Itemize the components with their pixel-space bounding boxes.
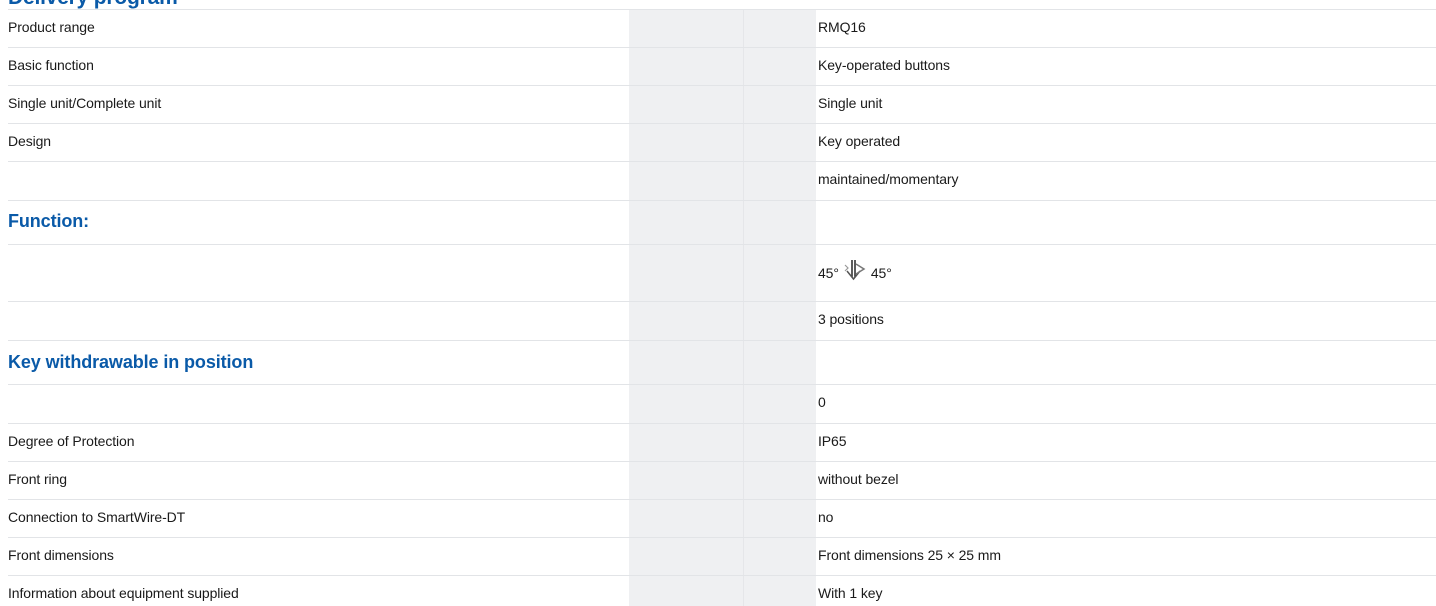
row-value: RMQ16 [818, 19, 866, 35]
table-row: Basic function Key-operated buttons [8, 47, 1436, 85]
table-row: 45° 45° [8, 244, 1436, 301]
spec-table: Product range RMQ16 Basic function Key-o… [8, 9, 1436, 606]
table-row: Design Key operated [8, 123, 1436, 161]
section-title: Delivery program [8, 0, 178, 9]
row-value: Single unit [818, 95, 883, 111]
section-heading: Function: [8, 211, 90, 231]
table-row-section: Function: [8, 200, 1436, 244]
row-label: Degree of Protection [8, 433, 135, 449]
angle-right: 45° [870, 265, 892, 281]
row-label: Design [8, 133, 51, 149]
row-label: Basic function [8, 57, 94, 73]
row-value: Key-operated buttons [818, 57, 950, 73]
table-row: Front dimensions Front dimensions 25 × 2… [8, 537, 1436, 575]
table-row: maintained/momentary [8, 161, 1436, 200]
row-value: 3 positions [818, 311, 884, 327]
table-row: Degree of Protection IP65 [8, 423, 1436, 461]
table-row: Single unit/Complete unit Single unit [8, 85, 1436, 123]
row-value: IP65 [818, 433, 847, 449]
row-value: Front dimensions 25 × 25 mm [818, 547, 1001, 563]
row-value: without bezel [818, 471, 899, 487]
table-row: 0 [8, 384, 1436, 423]
table-row-section: Key withdrawable in position [8, 340, 1436, 384]
table-row: Information about equipment supplied Wit… [8, 575, 1436, 606]
row-value: With 1 key [818, 585, 883, 601]
row-label: Information about equipment supplied [8, 585, 239, 601]
row-label: Single unit/Complete unit [8, 95, 162, 111]
row-label: Product range [8, 19, 95, 35]
row-label: Front dimensions [8, 547, 114, 563]
product-spec-page: Delivery program Product range RMQ16 Bas… [0, 0, 1436, 606]
key-switch-symbol-icon [843, 259, 867, 281]
table-row: Connection to SmartWire-DT no [8, 499, 1436, 537]
row-value: 0 [818, 394, 826, 410]
angle-left: 45° [818, 265, 839, 281]
row-value: maintained/momentary [818, 171, 959, 187]
table-row: Front ring without bezel [8, 461, 1436, 499]
row-value: no [818, 509, 834, 525]
row-value: Key operated [818, 133, 901, 149]
table-row: Product range RMQ16 [8, 9, 1436, 47]
function-symbol-value: 45° 45° [818, 259, 892, 281]
table-row: 3 positions [8, 301, 1436, 340]
section-heading: Key withdrawable in position [8, 352, 254, 372]
row-label: Front ring [8, 471, 67, 487]
row-label: Connection to SmartWire-DT [8, 509, 186, 525]
